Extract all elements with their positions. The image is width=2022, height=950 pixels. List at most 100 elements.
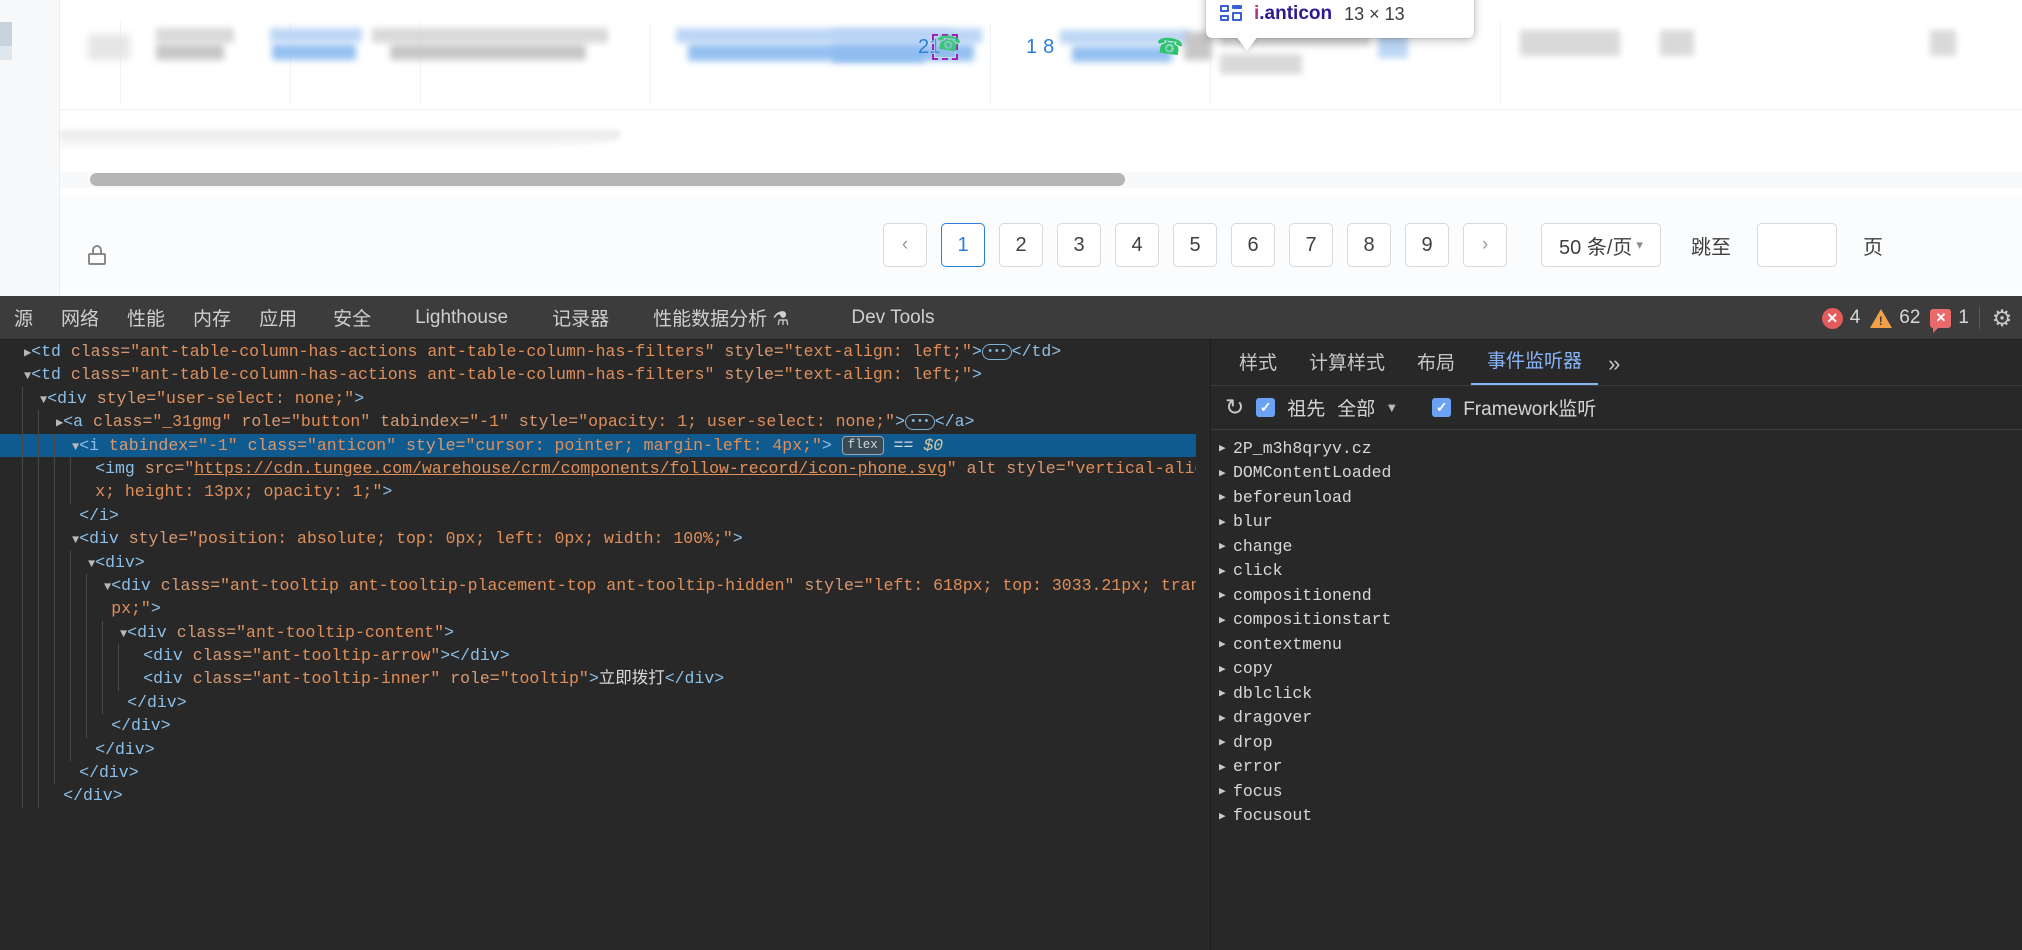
event-listener-item[interactable]: ▶ contextmenu bbox=[1211, 632, 2022, 657]
tab-sources[interactable]: 源 bbox=[0, 304, 47, 331]
dom-node[interactable]: <img src="https://cdn.tungee.com/warehou… bbox=[0, 456, 1196, 481]
pagination-page-4[interactable]: 4 bbox=[1115, 223, 1159, 267]
event-listener-item[interactable]: ▶ compositionstart bbox=[1211, 608, 2022, 633]
tab-layout[interactable]: 布局 bbox=[1401, 348, 1471, 385]
disclosure-triangle-icon[interactable]: ▶ bbox=[1219, 686, 1231, 700]
gear-icon[interactable]: ⚙ bbox=[1990, 306, 2014, 330]
dom-node[interactable]: px;"> bbox=[0, 597, 1196, 621]
event-listener-item[interactable]: ▶ dblclick bbox=[1211, 681, 2022, 706]
tab-styles[interactable]: 样式 bbox=[1223, 348, 1293, 385]
dom-node[interactable]: ▶<a class="_31gmg" role="button" tabinde… bbox=[0, 410, 1196, 434]
event-listener-item[interactable]: ▶ beforeunload bbox=[1211, 485, 2022, 510]
dom-node[interactable]: </i> bbox=[0, 503, 1196, 528]
event-listener-item[interactable]: ▶ copy bbox=[1211, 657, 2022, 682]
event-listener-item[interactable]: ▶ focus bbox=[1211, 779, 2022, 804]
pagination-page-1[interactable]: 1 bbox=[941, 223, 985, 267]
dom-node[interactable]: <div class="ant-tooltip-arrow"></div> bbox=[0, 644, 1196, 668]
inspect-tooltip-dimensions: 13 × 13 bbox=[1344, 3, 1405, 24]
tab-dev-tools[interactable]: Dev Tools bbox=[811, 307, 956, 329]
tab-event-listeners[interactable]: 事件监听器 bbox=[1471, 346, 1599, 385]
disclosure-triangle-icon[interactable]: ▶ bbox=[1219, 588, 1231, 602]
disclosure-triangle-icon[interactable]: ▶ bbox=[1219, 441, 1231, 455]
phone-icon-inspected[interactable]: ☎ bbox=[935, 31, 963, 56]
dom-node[interactable]: ▼<div class="ant-tooltip-content"> bbox=[0, 620, 1196, 645]
table-hscrollbar-thumb[interactable] bbox=[90, 173, 1125, 186]
tab-recorder[interactable]: 记录器 bbox=[530, 304, 631, 331]
pagination-page-3[interactable]: 3 bbox=[1057, 223, 1101, 267]
disclosure-triangle-icon[interactable]: ▶ bbox=[1219, 637, 1231, 651]
disclosure-triangle-icon[interactable]: ▶ bbox=[1219, 515, 1231, 529]
disclosure-triangle-icon[interactable]: ▶ bbox=[1219, 735, 1231, 749]
disclosure-triangle-icon[interactable]: ▶ bbox=[1219, 809, 1231, 823]
event-listener-item[interactable]: ▶ error bbox=[1211, 755, 2022, 780]
event-listener-item[interactable]: ▶ focusout bbox=[1211, 804, 2022, 829]
error-badge[interactable]: ✕ 4 bbox=[1821, 307, 1860, 329]
tab-network[interactable]: 网络 bbox=[47, 304, 113, 331]
disclosure-triangle-icon[interactable]: ▶ bbox=[1219, 613, 1231, 627]
pagination-page-9[interactable]: 9 bbox=[1405, 223, 1449, 267]
event-listener-item[interactable]: ▶ compositionend bbox=[1211, 583, 2022, 608]
tab-performance-insights[interactable]: 性能数据分析 ⚗ bbox=[631, 304, 811, 331]
pagination-page-7[interactable]: 7 bbox=[1289, 223, 1333, 267]
table-row[interactable]: 21 1 8 ☎ ☎ bbox=[60, 22, 2022, 104]
event-listener-item[interactable]: ▶ dragover bbox=[1211, 706, 2022, 731]
ancestors-checkbox[interactable]: ✓ bbox=[1256, 398, 1276, 417]
tab-memory[interactable]: 内存 bbox=[179, 304, 245, 331]
dom-node[interactable]: ▼<div class="ant-tooltip ant-tooltip-pla… bbox=[0, 573, 1196, 598]
scope-value[interactable]: 全部 bbox=[1337, 394, 1375, 421]
dom-node[interactable]: ▼<td class="ant-table-column-has-actions… bbox=[0, 363, 1196, 386]
tab-performance[interactable]: 性能 bbox=[113, 304, 179, 331]
dom-node[interactable]: <div class="ant-tooltip-inner" role="too… bbox=[0, 667, 1196, 691]
tab-security[interactable]: 安全 bbox=[311, 304, 393, 331]
pagination-page-6[interactable]: 6 bbox=[1231, 223, 1275, 267]
event-listeners-list[interactable]: ▶ 2P_m3h8qryv.cz ▶ DOMContentLoaded ▶ beforeu… bbox=[1211, 430, 2022, 948]
event-listener-item[interactable]: ▶ drop bbox=[1211, 730, 2022, 755]
event-listener-item[interactable]: ▶ blur bbox=[1211, 510, 2022, 535]
issue-badge[interactable]: ✕ 1 bbox=[1930, 307, 1969, 333]
event-listener-name: dragover bbox=[1233, 708, 1313, 728]
tab-lighthouse[interactable]: Lighthouse bbox=[393, 307, 530, 329]
disclosure-triangle-icon[interactable]: ▶ bbox=[1219, 490, 1231, 504]
tab-application[interactable]: 应用 bbox=[245, 304, 311, 331]
warning-badge[interactable]: 62 bbox=[1870, 307, 1920, 329]
pagination-page-5[interactable]: 5 bbox=[1173, 223, 1217, 267]
dom-node[interactable]: </div> bbox=[0, 737, 1196, 762]
disclosure-triangle-icon[interactable]: ▶ bbox=[1219, 466, 1231, 480]
pagination-page-8[interactable]: 8 bbox=[1347, 223, 1391, 267]
dom-node[interactable]: </div> bbox=[0, 784, 1196, 808]
dom-tree-pane[interactable]: ▶<td class="ant-table-column-has-actions… bbox=[0, 340, 1196, 950]
dom-node[interactable]: </div> bbox=[0, 761, 1196, 785]
disclosure-triangle-icon[interactable]: ▶ bbox=[1219, 564, 1231, 578]
tab-computed[interactable]: 计算样式 bbox=[1293, 348, 1401, 385]
disclosure-triangle-icon[interactable]: ▶ bbox=[1219, 784, 1231, 798]
dom-node[interactable]: ▼<div style="position: absolute; top: 0p… bbox=[0, 527, 1196, 551]
disclosure-triangle-icon[interactable]: ▶ bbox=[1219, 662, 1231, 676]
chevron-down-icon[interactable]: ▼ bbox=[1385, 400, 1398, 415]
dom-node[interactable]: ▼<div> bbox=[0, 550, 1196, 574]
disclosure-triangle-icon[interactable]: ▶ bbox=[1219, 711, 1231, 725]
disclosure-triangle-icon[interactable]: ▶ bbox=[1219, 539, 1231, 553]
event-listener-name: dblclick bbox=[1233, 683, 1313, 703]
dom-node[interactable]: ▼<div style="user-select: none;"> bbox=[0, 386, 1196, 411]
refresh-icon[interactable]: ↻ bbox=[1225, 396, 1244, 419]
event-listener-item[interactable]: ▶ DOMContentLoaded bbox=[1211, 461, 2022, 486]
jump-to-input[interactable] bbox=[1757, 223, 1837, 267]
event-listener-item[interactable]: ▶ change bbox=[1211, 534, 2022, 559]
dom-node[interactable]: </div> bbox=[0, 714, 1196, 738]
pagination-page-2[interactable]: 2 bbox=[999, 223, 1043, 267]
disclosure-triangle-icon[interactable]: ▶ bbox=[1219, 760, 1231, 774]
dom-node[interactable]: ▶<td class="ant-table-column-has-actions… bbox=[0, 340, 1196, 363]
pagination-prev[interactable]: ‹ bbox=[883, 223, 927, 267]
framework-checkbox[interactable]: ✓ bbox=[1432, 398, 1452, 417]
inspect-tooltip-selector: i.anticon bbox=[1254, 3, 1332, 25]
phone-icon[interactable]: ☎ bbox=[1154, 32, 1185, 61]
dom-node[interactable]: x; height: 13px; opacity: 1;"> bbox=[0, 480, 1196, 504]
pagination-next[interactable]: › bbox=[1463, 223, 1507, 267]
dom-node[interactable]: </div> bbox=[0, 690, 1196, 715]
ancestors-label: 祖先 bbox=[1287, 399, 1326, 420]
event-listener-item[interactable]: ▶ click bbox=[1211, 559, 2022, 584]
dom-node-selected[interactable]: ▼<i tabindex="-1" class="anticon" style=… bbox=[0, 433, 1196, 457]
event-listener-item[interactable]: ▶ 2P_m3h8qryv.cz bbox=[1211, 436, 2022, 461]
page-size-select[interactable]: 50 条/页 ▾ bbox=[1541, 223, 1661, 267]
more-tabs-icon[interactable]: » bbox=[1598, 351, 1630, 385]
